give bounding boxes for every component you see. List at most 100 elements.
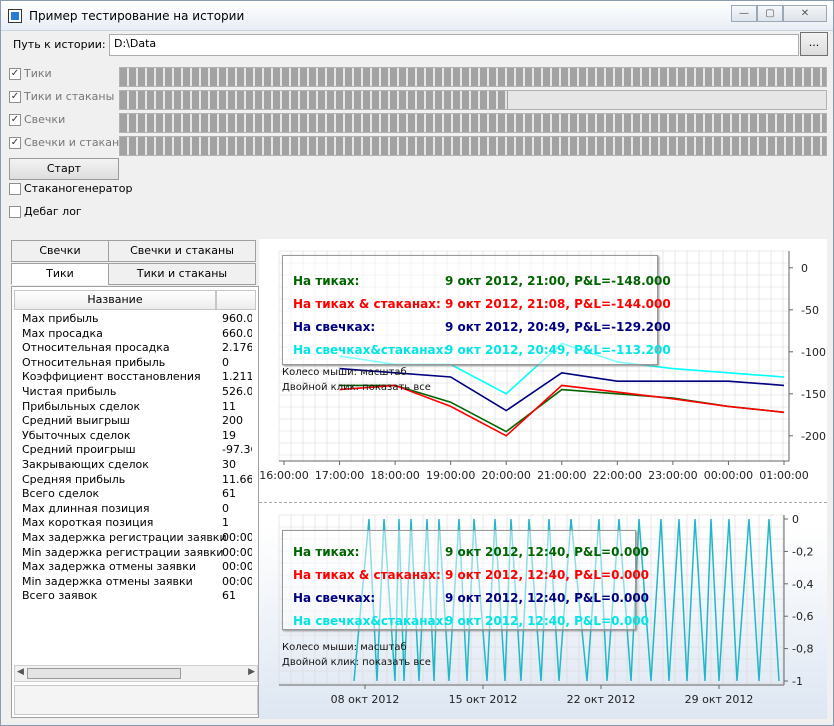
y-tick-label: 0 — [792, 513, 799, 526]
source-label: Тики и стаканы — [24, 90, 115, 103]
stat-name: Коэффициент восстановления — [22, 370, 201, 384]
list-item: Max прибыль 960.0 — [22, 312, 252, 327]
legend-value: 9 окт 2012, 12:40, P&L=0.000 — [445, 545, 650, 559]
status-box — [14, 685, 258, 715]
list-item: Относительная прибыль 0 — [22, 356, 252, 371]
maximize-button[interactable]: ▢ — [757, 5, 783, 22]
stat-name: Min задержка регистрации заявки — [22, 545, 224, 559]
tab-tiki[interactable]: Тики — [11, 263, 109, 285]
debug-log-checkbox[interactable]: Дебаг лог — [9, 205, 82, 218]
stat-name: Чистая прибыль — [22, 384, 117, 398]
legend-value: 9 окт 2012, 20:49, P&L=-129.200 — [445, 320, 671, 334]
window-title: Пример тестирование на истории — [29, 9, 245, 23]
column-header-value[interactable] — [216, 290, 256, 310]
history-path-input[interactable]: D:\Data — [109, 34, 799, 56]
list-item: Чистая прибыль 526.0 — [22, 385, 252, 400]
x-tick-label: 19:00:00 — [426, 469, 475, 482]
checkbox-icon: ✓ — [9, 136, 21, 149]
x-tick-label: 22:00:00 — [593, 469, 642, 482]
list-item: Max задержка отмены заявки 00:00: — [22, 560, 252, 575]
start-button[interactable]: Старт — [9, 158, 119, 180]
stat-name: Всего сделок — [22, 487, 100, 501]
y-tick-label: -100 — [801, 346, 826, 359]
checkbox-icon — [9, 182, 21, 195]
scroll-left-icon[interactable]: ◀ — [17, 667, 24, 677]
browse-button[interactable]: ... — [800, 32, 828, 56]
stat-value: 1 — [222, 516, 229, 530]
main-window: Пример тестирование на истории — ▢ ✕ Пут… — [0, 0, 834, 726]
list-item: Max задержка регистрации заявки00:00: — [22, 531, 252, 546]
y-tick-label: -1 — [792, 675, 803, 688]
stat-name: Относительная просадка — [22, 341, 170, 355]
legend-name: На тиках & стаканах: — [293, 568, 441, 582]
orderbook-generator-checkbox[interactable]: Стаканогенератор — [9, 182, 133, 195]
stat-value: 00:00: — [222, 545, 252, 559]
legend-row: На тиках & стаканах: 9 окт 2012, 12:40, P… — [293, 568, 653, 582]
progress-fill — [120, 137, 826, 155]
close-button[interactable]: ✕ — [783, 5, 827, 22]
stat-value: 00:00: — [222, 574, 252, 588]
legend-value: 9 окт 2012, 20:49, P&L=-113.200 — [445, 343, 671, 357]
list-item: Min задержка регистрации заявки00:00: — [22, 546, 252, 561]
legend-row: На свечках&стаканах: 9 окт 2012, 20:49, P… — [293, 343, 671, 357]
list-item: Прибыльных сделок 11 — [22, 400, 252, 415]
list-item: Всего сделок 61 — [22, 487, 252, 502]
x-tick-label: 15 окт 2012 — [449, 693, 518, 706]
tab-svechki-stakany[interactable]: Свечки и стаканы — [108, 240, 256, 262]
legend-value: 9 окт 2012, 12:40, P&L=0.000 — [445, 614, 650, 628]
scrollbar-thumb[interactable] — [27, 668, 181, 679]
y-tick-label: -150 — [801, 388, 826, 401]
list-item: Коэффициент восстановления 1.2119 — [22, 370, 252, 385]
y-tick-label: -0,8 — [792, 643, 813, 656]
horizontal-scrollbar[interactable]: ◀ ▶ — [14, 665, 258, 682]
legend-row: На тиках: 9 окт 2012, 12:40, P&L=0.000 — [293, 545, 653, 559]
y-tick-label: -200 — [801, 430, 826, 443]
x-tick-label: 17:00:00 — [315, 469, 364, 482]
tab-tiki-stakany[interactable]: Тики и стаканы — [108, 263, 256, 285]
column-header-name[interactable]: Название — [14, 290, 216, 310]
source-tiki-checkbox[interactable]: ✓ Тики — [9, 67, 52, 80]
y-tick-label: 0 — [801, 262, 808, 275]
y-tick-label: -0,2 — [792, 545, 813, 558]
legend-name: На тиках & стаканах: — [293, 297, 441, 311]
stat-name: Средний выигрыш — [22, 414, 130, 428]
app-icon — [8, 9, 22, 23]
tab-svechki[interactable]: Свечки — [11, 240, 109, 262]
statistics-list: Max прибыль 960.0 Max просадка 660.0 Относ… — [22, 312, 252, 604]
source-svechki-checkbox[interactable]: ✓ Свечки — [9, 113, 65, 126]
progress-fill — [120, 91, 509, 109]
minimize-button[interactable]: — — [731, 5, 757, 22]
list-item: Убыточных сделок 19 — [22, 429, 252, 444]
scroll-right-icon[interactable]: ▶ — [248, 667, 255, 677]
zoom-hint: Колесо мыши: масштаб — [282, 642, 407, 653]
stat-value: 00:00: — [222, 530, 252, 544]
legend-name: На тиках: — [293, 274, 360, 288]
x-tick-label: 29 окт 2012 — [685, 693, 754, 706]
legend-name: На тиках: — [293, 545, 360, 559]
stat-name: Прибыльных сделок — [22, 399, 141, 413]
stat-name: Max длинная позиция — [22, 501, 150, 515]
pnl-legend: На тиках: 9 окт 2012, 21:00, P&L=-148.000… — [282, 255, 671, 365]
y-tick-label: -0,4 — [792, 578, 813, 591]
checkbox-icon: ✓ — [9, 67, 21, 80]
stat-name: Max короткая позиция — [22, 516, 154, 530]
chart-splitter[interactable] — [259, 502, 827, 505]
x-tick-label: 16:00:00 — [259, 469, 308, 482]
source-tiki-stakany-checkbox[interactable]: ✓ Тики и стаканы — [9, 90, 114, 103]
stat-value: 660.0 — [222, 326, 252, 340]
list-item: Средний выигрыш 200 — [22, 414, 252, 429]
legend-row: На свечках: 9 окт 2012, 12:40, P&L=0.000 — [293, 591, 653, 605]
source-svechki-stakany-checkbox[interactable]: ✓ Свечки и стаканы — [9, 136, 128, 149]
reset-hint: Двойной клик: показать все — [282, 382, 431, 393]
stat-value: 00:00: — [222, 560, 252, 574]
y-tick-label: -0,6 — [792, 610, 813, 623]
legend-row: На тиках: 9 окт 2012, 21:00, P&L=-148.000 — [293, 274, 671, 288]
stat-name: Относительная прибыль — [22, 355, 166, 369]
legend-value: 9 окт 2012, 21:00, P&L=-148.000 — [445, 274, 671, 288]
legend-value: 9 окт 2012, 12:40, P&L=0.000 — [445, 591, 650, 605]
stat-name: Убыточных сделок — [22, 428, 131, 442]
y-tick-label: -50 — [801, 304, 819, 317]
checkbox-icon — [9, 205, 21, 218]
stat-value: 11.666 — [222, 472, 252, 486]
stat-value: 0 — [222, 355, 229, 369]
